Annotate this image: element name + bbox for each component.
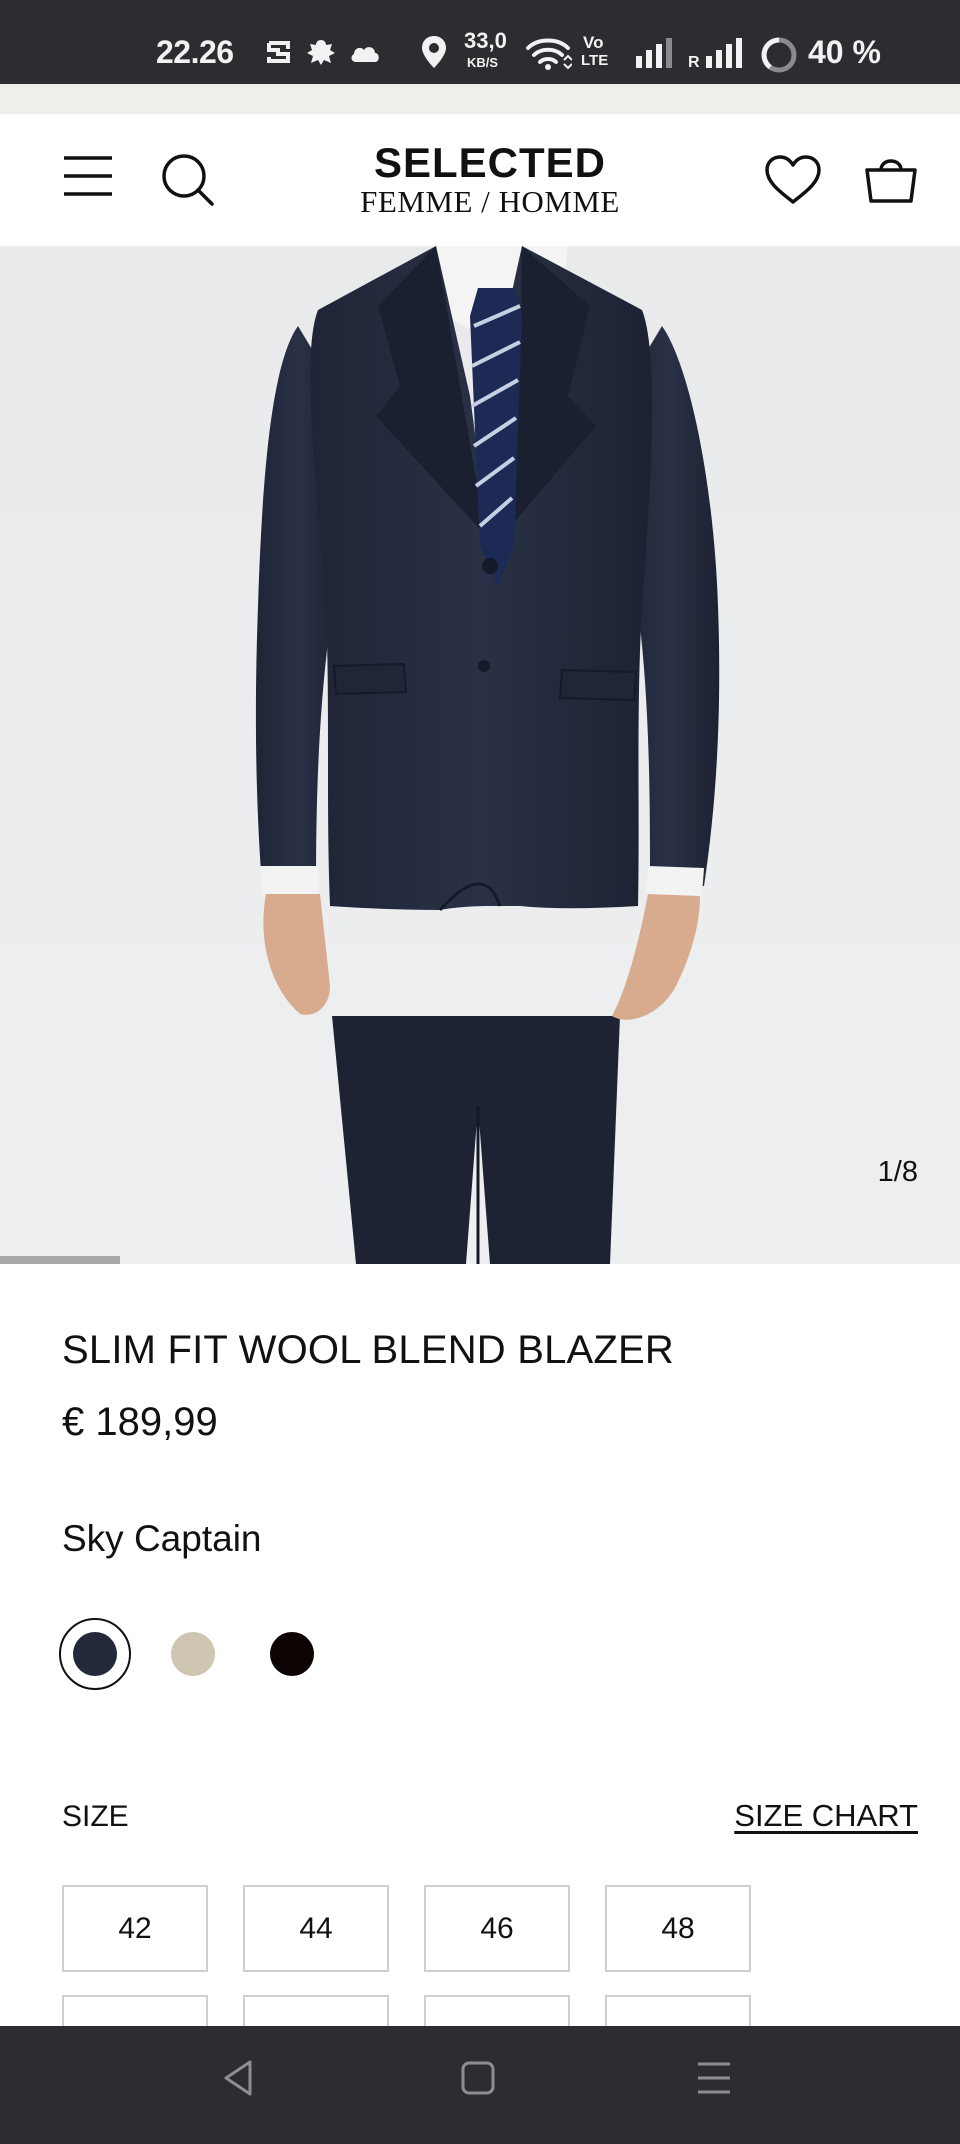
color-swatch-beige[interactable] bbox=[171, 1632, 215, 1676]
gallery-progress-track bbox=[0, 1256, 960, 1264]
recent-apps-icon[interactable] bbox=[694, 2056, 734, 2100]
size-option-42[interactable]: 42 bbox=[62, 1885, 208, 1972]
hamburger-menu-icon[interactable] bbox=[62, 154, 114, 198]
size-chart-link[interactable]: SIZE CHART bbox=[734, 1798, 918, 1834]
system-navigation-bar bbox=[0, 2026, 960, 2144]
app-notification-icon bbox=[307, 40, 335, 65]
search-icon[interactable] bbox=[160, 152, 216, 208]
location-icon bbox=[422, 36, 446, 68]
size-option-48[interactable]: 48 bbox=[605, 1885, 751, 1972]
gallery-progress-fill bbox=[0, 1256, 120, 1264]
size-option-44[interactable]: 44 bbox=[243, 1885, 389, 1972]
home-icon[interactable] bbox=[458, 2056, 498, 2100]
signal-strength-icon-sim1 bbox=[636, 38, 672, 68]
color-swatch-sky-captain[interactable] bbox=[73, 1632, 117, 1676]
brand-logo-main: SELECTED bbox=[373, 139, 607, 186]
product-image-blazer-model bbox=[0, 246, 960, 1264]
product-title: SLIM FIT WOOL BLEND BLAZER bbox=[62, 1328, 674, 1372]
promo-banner-strip bbox=[0, 84, 960, 114]
brand-logo[interactable]: SELECTED FEMME / HOMME bbox=[330, 142, 650, 218]
volte-label: Vo bbox=[583, 33, 604, 52]
status-time: 22.26 bbox=[156, 34, 234, 70]
signal-strength-icon-sim2 bbox=[706, 38, 742, 68]
gallery-image-counter: 1/8 bbox=[877, 1156, 918, 1188]
wishlist-heart-icon[interactable] bbox=[764, 154, 822, 206]
selected-color-name: Sky Captain bbox=[62, 1518, 262, 1559]
color-swatch-black[interactable] bbox=[270, 1632, 314, 1676]
shopping-bag-icon[interactable] bbox=[864, 152, 918, 204]
screen-cast-icon bbox=[267, 41, 290, 63]
site-header: SELECTED FEMME / HOMME bbox=[0, 114, 960, 246]
roaming-indicator: R bbox=[688, 54, 700, 71]
size-option-46[interactable]: 46 bbox=[424, 1885, 570, 1972]
network-speed-unit: KB/S bbox=[467, 55, 499, 70]
lte-label: LTE bbox=[581, 52, 609, 69]
battery-percentage: 40 % bbox=[808, 34, 881, 70]
back-icon[interactable] bbox=[218, 2056, 258, 2100]
network-speed-value: 33,0 bbox=[464, 28, 507, 53]
product-image-gallery[interactable]: 1/8 bbox=[0, 246, 960, 1264]
cloud-icon bbox=[351, 47, 379, 62]
status-bar: 22.26 33,0 KB/S Vo LTE R 40 % bbox=[0, 0, 960, 84]
wifi-icon bbox=[526, 38, 572, 70]
battery-ring-icon bbox=[761, 37, 797, 73]
product-price: € 189,99 bbox=[62, 1400, 218, 1444]
brand-logo-sub: FEMME / HOMME bbox=[360, 184, 620, 219]
size-section-label: SIZE bbox=[62, 1800, 129, 1833]
